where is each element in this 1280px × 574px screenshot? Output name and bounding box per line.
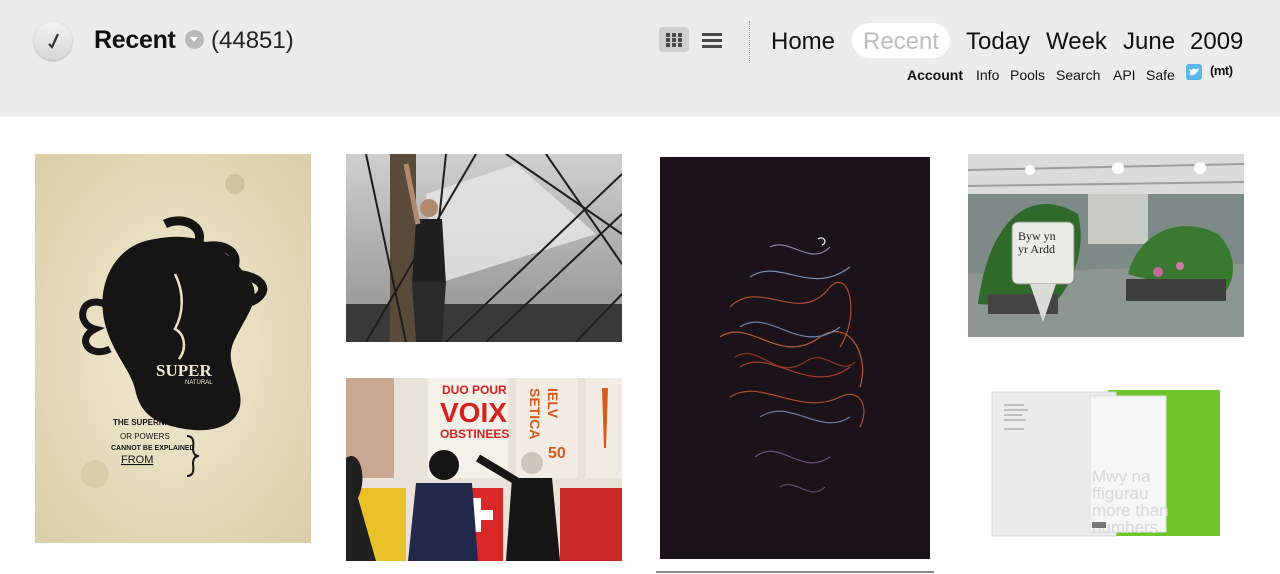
poster-text-5: SETICA — [527, 388, 543, 439]
photo-thumbnail[interactable] — [346, 154, 622, 342]
svg-text:“: “ — [130, 348, 144, 379]
photo-thumbnail[interactable]: Mwy na ffigurau more than numbers — [968, 378, 1244, 561]
list-view-icon[interactable] — [702, 31, 724, 49]
subnav-safe[interactable]: Safe — [1146, 67, 1175, 83]
supernatural-poster-image: “ SUPER NATURAL ” THE SUPERNATURAL OR PO… — [35, 154, 311, 543]
poster-text-1: DUO POUR — [442, 383, 507, 397]
top-header: Recent (44851) Home Recent Today Week Ju… — [0, 0, 1280, 117]
sailing-ship-image — [346, 154, 622, 342]
poster-line-3: CANNOT BE EXPLAINED — [111, 445, 195, 452]
photo-count: (44851) — [211, 27, 294, 54]
light-trails-image — [660, 157, 930, 559]
nav-recent[interactable]: Recent — [863, 28, 939, 56]
poster-text-3: OBSTINEES — [440, 427, 509, 441]
poster-text-6: 50 — [548, 445, 566, 462]
subnav-info[interactable]: Info — [976, 67, 999, 83]
divider — [656, 571, 934, 573]
divider — [749, 21, 750, 63]
nav-week[interactable]: Week — [1046, 28, 1107, 56]
chevron-down-icon[interactable] — [185, 30, 204, 49]
subnav-api[interactable]: API — [1113, 67, 1136, 83]
poster-text-4: IELV — [545, 388, 561, 419]
poster-line-1: THE SUPERNATURAL — [113, 418, 197, 427]
sign-line-1: Byw yn — [1018, 229, 1056, 243]
grid-view-icon[interactable] — [659, 27, 689, 52]
photo-thumbnail[interactable]: “ SUPER NATURAL ” THE SUPERNATURAL OR PO… — [35, 154, 311, 543]
twitter-icon[interactable] — [1186, 64, 1202, 80]
poster-line-2: OR POWERS — [120, 432, 170, 441]
garden-centre-image: Byw yn yr Ardd — [968, 154, 1244, 337]
subnav-account[interactable]: Account — [907, 67, 963, 83]
nav-today[interactable]: Today — [966, 28, 1030, 56]
poster-subhead: NATURAL — [185, 380, 213, 386]
poster-line-4: FROM — [121, 454, 153, 466]
poster-gallery-image: DUO POUR VOIX OBSTINEES IELV SETICA 50 — [346, 378, 622, 561]
sign-line-2: yr Ardd — [1018, 242, 1055, 256]
page-title: Recent — [94, 26, 176, 54]
brochure-image: Mwy na ffigurau more than numbers — [968, 378, 1244, 561]
photo-thumbnail[interactable] — [660, 157, 930, 559]
poster-text-2: VOIX — [440, 397, 507, 428]
nav-year[interactable]: 2009 — [1190, 28, 1243, 56]
nav-june[interactable]: June — [1123, 28, 1175, 56]
poster-headline: SUPER — [156, 361, 212, 380]
nav-home[interactable]: Home — [771, 28, 835, 56]
subnav-pools[interactable]: Pools — [1010, 67, 1045, 83]
svg-text:”: ” — [223, 370, 235, 396]
photo-thumbnail[interactable]: DUO POUR VOIX OBSTINEES IELV SETICA 50 — [346, 378, 622, 561]
photo-thumbnail[interactable]: Byw yn yr Ardd — [968, 154, 1244, 337]
subnav-search[interactable]: Search — [1056, 67, 1100, 83]
mt-logo[interactable]: (mt) — [1210, 63, 1233, 78]
tick-logo-icon[interactable] — [34, 22, 72, 60]
